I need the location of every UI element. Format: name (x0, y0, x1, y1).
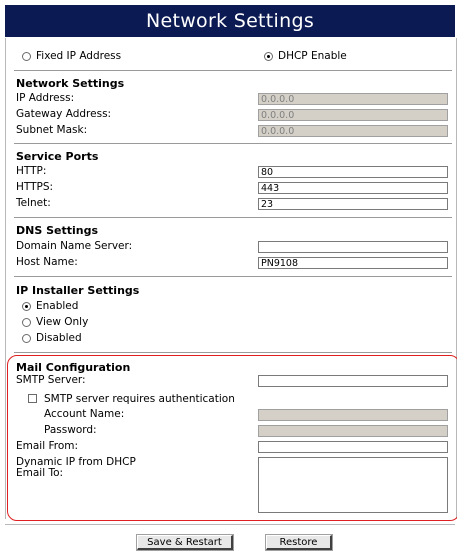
smtp-auth-label: SMTP server requires authentication (44, 393, 235, 405)
divider (14, 70, 452, 71)
network-settings-heading: Network Settings (16, 77, 125, 90)
ip-address-label: IP Address: (16, 92, 75, 104)
divider (14, 217, 452, 218)
email-from-label: Email From: (16, 440, 79, 452)
https-label: HTTPS: (16, 181, 54, 193)
installer-enabled-radio[interactable] (22, 302, 31, 311)
installer-disabled-label: Disabled (36, 332, 82, 344)
divider (14, 276, 452, 277)
telnet-port-input[interactable]: 23 (258, 198, 448, 210)
divider (14, 143, 452, 144)
divider (14, 352, 452, 353)
installer-view-only-radio[interactable] (22, 318, 31, 327)
gateway-address-label: Gateway Address: (16, 108, 112, 120)
email-to-label: Email To: (16, 467, 64, 479)
installer-view-only-label: View Only (36, 316, 89, 328)
smtp-server-input[interactable] (258, 375, 448, 387)
smtp-server-label: SMTP Server: (16, 374, 86, 386)
footer-divider (5, 524, 455, 525)
account-name-input[interactable] (258, 409, 448, 421)
dns-settings-heading: DNS Settings (16, 224, 99, 237)
restore-button[interactable]: Restore (266, 535, 332, 550)
smtp-auth-checkbox[interactable] (28, 394, 37, 403)
email-from-input[interactable] (258, 441, 448, 453)
service-ports-heading: Service Ports (16, 150, 99, 163)
installer-disabled-radio[interactable] (22, 334, 31, 343)
ip-address-field[interactable]: 0.0.0.0 (258, 93, 448, 105)
host-name-label: Host Name: (16, 256, 78, 268)
fixed-ip-label: Fixed IP Address (36, 50, 122, 62)
save-restart-button[interactable]: Save & Restart (137, 535, 233, 550)
dhcp-enable-radio[interactable] (264, 52, 273, 61)
dhcp-enable-label: DHCP Enable (278, 50, 347, 62)
domain-name-server-label: Domain Name Server: (16, 240, 133, 252)
password-input[interactable] (258, 425, 448, 437)
domain-name-server-input[interactable] (258, 241, 448, 253)
page-title: Network Settings (5, 5, 455, 37)
account-name-label: Account Name: (44, 408, 125, 420)
ip-installer-heading: IP Installer Settings (16, 284, 140, 297)
gateway-address-field[interactable]: 0.0.0.0 (258, 109, 448, 121)
fixed-ip-radio[interactable] (22, 52, 31, 61)
installer-enabled-label: Enabled (36, 300, 79, 312)
mail-configuration-heading: Mail Configuration (16, 361, 131, 374)
http-label: HTTP: (16, 165, 47, 177)
http-port-input[interactable]: 80 (258, 166, 448, 178)
subnet-mask-field[interactable]: 0.0.0.0 (258, 125, 448, 137)
https-port-input[interactable]: 443 (258, 182, 448, 194)
email-to-textarea[interactable] (258, 457, 448, 513)
telnet-label: Telnet: (16, 197, 51, 209)
subnet-mask-label: Subnet Mask: (16, 124, 88, 136)
host-name-input[interactable]: PN9108 (258, 257, 448, 269)
password-label: Password: (44, 424, 97, 436)
